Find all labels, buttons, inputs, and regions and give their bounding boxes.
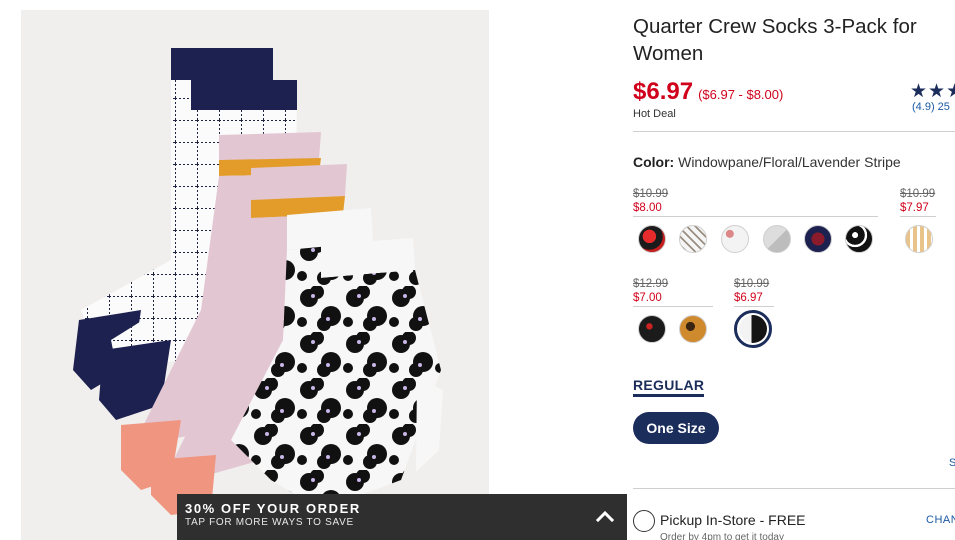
product-details: Quarter Crew Socks 3-Pack for Women $6.9… (633, 0, 955, 540)
color-swatch[interactable] (721, 225, 749, 253)
color-swatch[interactable] (679, 315, 707, 343)
group-divider (633, 216, 878, 217)
divider (633, 131, 955, 132)
color-swatch[interactable] (845, 225, 873, 253)
product-image[interactable] (21, 10, 489, 540)
chevron-up-icon[interactable] (595, 506, 615, 526)
group-divider (900, 216, 936, 217)
promo-subtitle: TAP FOR MORE WAYS TO SAVE (185, 517, 354, 528)
size-one-size-button[interactable]: One Size (633, 412, 719, 444)
group-divider (734, 306, 774, 307)
promo-title: 30% OFF YOUR ORDER (185, 501, 361, 516)
tab-regular[interactable]: REGULAR (633, 377, 705, 397)
hot-deal-label: Hot Deal (633, 108, 676, 120)
color-swatch[interactable] (638, 225, 666, 253)
group-divider (633, 306, 713, 307)
sale-price: $7.00 (633, 292, 662, 304)
color-swatch-selected[interactable] (734, 310, 772, 348)
size-guide-link[interactable]: S (949, 457, 955, 469)
change-store-link[interactable]: CHAN (926, 514, 955, 526)
socks-photo (21, 10, 489, 540)
price-group: $10.99 $7.97 (900, 187, 935, 215)
color-swatch[interactable] (679, 225, 707, 253)
rating-stars[interactable]: ★★★ (910, 80, 955, 103)
original-price: $10.99 (900, 188, 936, 200)
color-swatch[interactable] (638, 315, 666, 343)
product-title: Quarter Crew Socks 3-Pack for Women (633, 15, 917, 65)
pickup-label: Pickup In-Store - FREE (660, 512, 806, 528)
product-page: 30% OFF YOUR ORDER TAP FOR MORE WAYS TO … (0, 0, 955, 540)
price-group: $12.99 $7.00 (633, 277, 668, 305)
promo-banner[interactable]: 30% OFF YOUR ORDER TAP FOR MORE WAYS TO … (177, 494, 627, 540)
color-swatch[interactable] (804, 225, 832, 253)
color-label: Color: (633, 154, 675, 170)
rating-count[interactable]: (4.9) 25 (912, 101, 950, 113)
price-range: ($6.97 - $8.00) (698, 87, 784, 102)
color-selection: Color: Windowpane/Floral/Lavender Stripe (633, 154, 901, 170)
price-group: $10.99 $6.97 (734, 277, 769, 305)
divider (633, 488, 955, 489)
price-row: $6.97 ($6.97 - $8.00) (633, 78, 783, 106)
current-price: $6.97 (633, 78, 694, 105)
original-price: $10.99 (633, 188, 669, 200)
color-swatch[interactable] (763, 225, 791, 253)
price-group: $10.99 $8.00 (633, 187, 668, 215)
pickup-subtext: Order by 4pm to get it today (660, 532, 784, 540)
pickup-radio[interactable] (633, 510, 655, 532)
color-value: Windowpane/Floral/Lavender Stripe (678, 154, 901, 170)
original-price: $12.99 (633, 278, 669, 290)
sale-price: $6.97 (734, 292, 763, 304)
sale-price: $8.00 (633, 202, 662, 214)
color-swatch[interactable] (905, 225, 933, 253)
original-price: $10.99 (734, 278, 770, 290)
sale-price: $7.97 (900, 202, 929, 214)
